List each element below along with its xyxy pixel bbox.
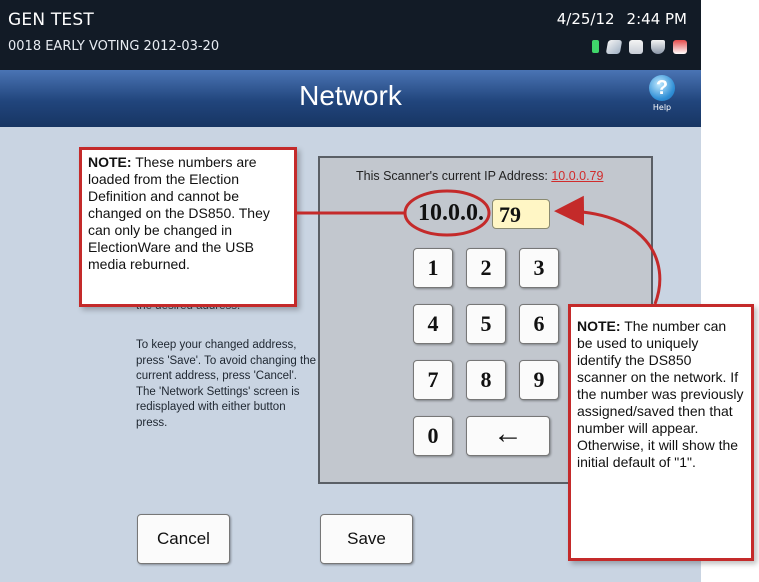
note1-label: NOTE: bbox=[88, 154, 132, 170]
key-2[interactable]: 2 bbox=[466, 248, 506, 288]
key-6[interactable]: 6 bbox=[519, 304, 559, 344]
page-title: Network bbox=[299, 80, 402, 111]
cancel-button[interactable]: Cancel bbox=[137, 514, 230, 564]
backspace-button[interactable]: ← bbox=[466, 416, 550, 456]
key-5[interactable]: 5 bbox=[466, 304, 506, 344]
ip-address-value: 10.0.0.79 bbox=[551, 169, 604, 183]
ip-address-line: This Scanner's current IP Address: 10.0.… bbox=[356, 169, 603, 183]
backspace-arrow-icon: ← bbox=[493, 417, 523, 450]
key-4[interactable]: 4 bbox=[413, 304, 453, 344]
page-header: Network ? Help bbox=[0, 70, 701, 127]
document-icon bbox=[629, 40, 643, 54]
election-subtitle: 0018 EARLY VOTING 2012-03-20 bbox=[8, 39, 220, 54]
note2-text: The number can be used to uniquely ident… bbox=[577, 318, 744, 470]
annotation-note-unique: NOTE: The number can be used to uniquely… bbox=[568, 304, 754, 561]
key-0[interactable]: 0 bbox=[413, 416, 453, 456]
status-bar: GEN TEST 0018 EARLY VOTING 2012-03-20 4/… bbox=[0, 0, 701, 70]
help-label: Help bbox=[652, 103, 672, 112]
help-icon: ? bbox=[649, 75, 675, 101]
election-title: GEN TEST bbox=[8, 10, 94, 30]
instructions-text: To keep your changed address, press 'Sav… bbox=[136, 339, 316, 429]
key-7[interactable]: 7 bbox=[413, 360, 453, 400]
key-3[interactable]: 3 bbox=[519, 248, 559, 288]
status-icons bbox=[592, 40, 687, 54]
lock-icon bbox=[673, 40, 687, 54]
ip-last-octet-field[interactable]: 79 bbox=[492, 199, 550, 229]
time-label: 2:44 PM bbox=[626, 10, 687, 28]
ip-address-label: This Scanner's current IP Address: bbox=[356, 169, 548, 183]
help-button[interactable]: ? Help bbox=[647, 75, 677, 112]
date-label: 4/25/12 bbox=[556, 10, 615, 28]
annotation-note-readonly: NOTE: These numbers are loaded from the … bbox=[79, 147, 297, 307]
key-8[interactable]: 8 bbox=[466, 360, 506, 400]
key-9[interactable]: 9 bbox=[519, 360, 559, 400]
note1-text: These numbers are loaded from the Electi… bbox=[88, 154, 270, 272]
shield-icon bbox=[651, 40, 665, 54]
plug-icon bbox=[605, 40, 623, 54]
save-button[interactable]: Save bbox=[320, 514, 413, 564]
datetime: 4/25/12 2:44 PM bbox=[545, 10, 687, 28]
key-1[interactable]: 1 bbox=[413, 248, 453, 288]
ip-prefix: 10.0.0. bbox=[418, 200, 484, 226]
battery-icon bbox=[592, 40, 599, 53]
note2-label: NOTE: bbox=[577, 318, 621, 334]
